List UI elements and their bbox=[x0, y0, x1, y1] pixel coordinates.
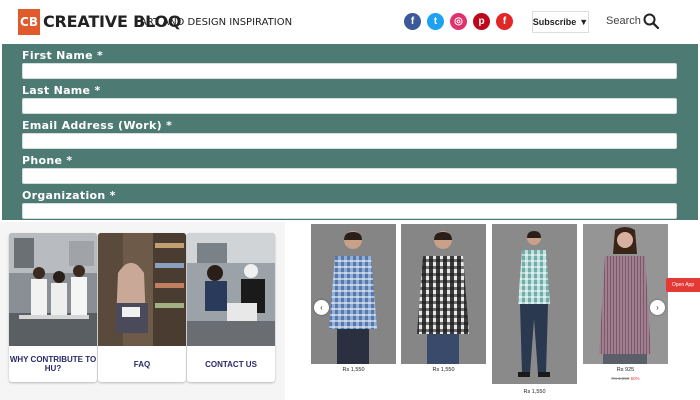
phone-input[interactable] bbox=[22, 168, 677, 184]
chevron-right-icon: › bbox=[656, 303, 659, 312]
card-faq[interactable]: FAQ bbox=[98, 233, 186, 382]
instagram-icon[interactable]: ◎ bbox=[450, 13, 467, 30]
product-old-price-4: Rs 1,850 50% bbox=[611, 376, 640, 381]
search-icon[interactable] bbox=[643, 13, 659, 29]
card-contact-us[interactable]: CONTACT US bbox=[187, 233, 275, 382]
card-label-contact-us: CONTACT US bbox=[205, 359, 257, 369]
subscribe-label: Subscribe bbox=[532, 17, 577, 27]
first-name-label: First Name * bbox=[22, 49, 104, 62]
card-why-contribute[interactable]: WHY CONTRIBUTE TO HU? bbox=[9, 233, 97, 382]
lab-photo bbox=[9, 233, 97, 346]
tagline: ART AND DESIGN INSPIRATION bbox=[140, 17, 293, 28]
subscribe-button[interactable]: Subscribe ▼ bbox=[532, 11, 589, 33]
pinterest-icon[interactable]: p bbox=[473, 13, 490, 30]
product-price-3: Rs 1,550 bbox=[523, 389, 546, 395]
organization-label: Organization * bbox=[22, 189, 116, 202]
carousel-next-button[interactable]: › bbox=[650, 300, 665, 315]
chevron-left-icon: ‹ bbox=[320, 303, 323, 312]
caret-down-icon: ▼ bbox=[579, 17, 589, 27]
search-label[interactable]: Search bbox=[606, 15, 641, 27]
twitter-icon[interactable]: t bbox=[427, 13, 444, 30]
facebook-icon[interactable]: f bbox=[404, 13, 421, 30]
flipboard-icon[interactable]: f bbox=[496, 13, 513, 30]
product-price-2: Rs 1,550 bbox=[432, 367, 455, 373]
product-card-4[interactable] bbox=[583, 224, 668, 364]
students-photo bbox=[187, 233, 275, 346]
email-label: Email Address (Work) * bbox=[22, 119, 173, 132]
last-name-input[interactable] bbox=[22, 98, 677, 114]
card-label-why-contribute: WHY CONTRIBUTE TO HU? bbox=[9, 355, 97, 373]
last-name-label: Last Name * bbox=[22, 84, 101, 97]
product-price-1: Rs 1,550 bbox=[342, 367, 365, 373]
site-header: CB CREATIVE BLOQ ART AND DESIGN INSPIRAT… bbox=[0, 0, 700, 44]
logo-mark[interactable]: CB bbox=[18, 9, 40, 35]
registration-form: First Name * Last Name * Email Address (… bbox=[2, 44, 698, 220]
product-card-1[interactable] bbox=[311, 224, 396, 364]
page: CB CREATIVE BLOQ ART AND DESIGN INSPIRAT… bbox=[0, 0, 700, 400]
product-price-4: Rs 925 bbox=[616, 367, 635, 373]
product-card-2[interactable] bbox=[401, 224, 486, 364]
card-label-faq: FAQ bbox=[133, 359, 151, 369]
product-card-3[interactable] bbox=[492, 224, 577, 384]
carousel-prev-button[interactable]: ‹ bbox=[314, 300, 329, 315]
phone-label: Phone * bbox=[22, 154, 73, 167]
email-input[interactable] bbox=[22, 133, 677, 149]
organization-input[interactable] bbox=[22, 203, 677, 219]
first-name-input[interactable] bbox=[22, 63, 677, 79]
open-app-button[interactable]: Open App bbox=[666, 278, 700, 292]
library-photo bbox=[98, 233, 186, 346]
